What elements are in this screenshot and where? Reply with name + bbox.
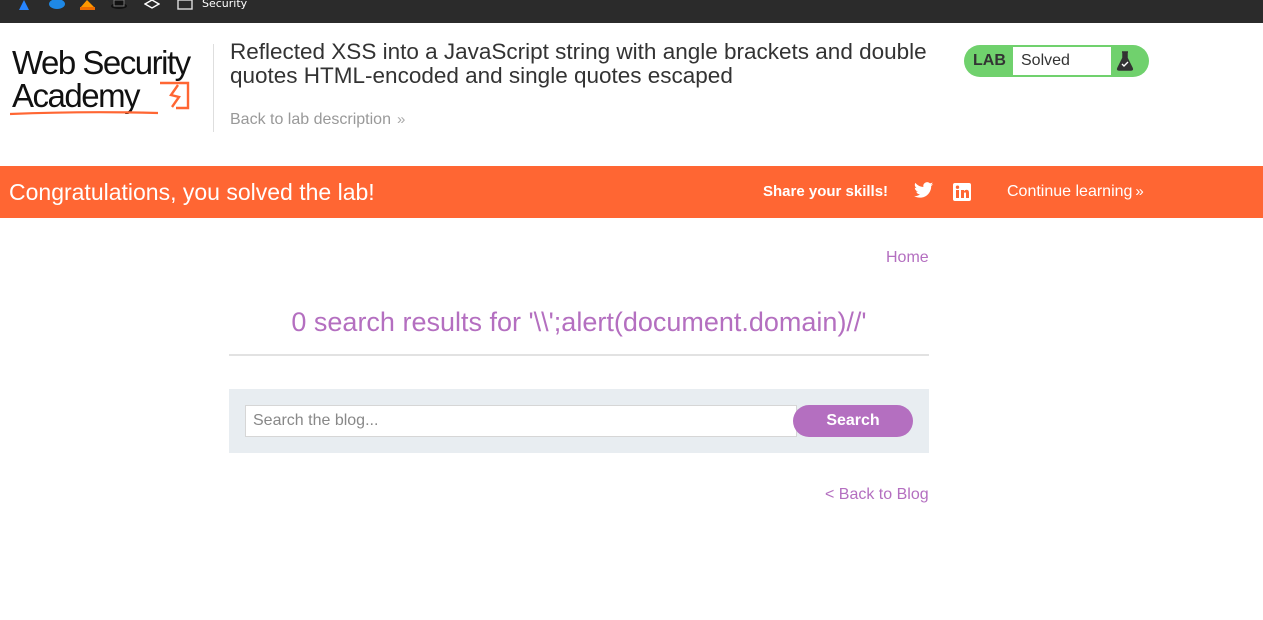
double-chevron-right-icon: » [1135, 183, 1144, 200]
home-link[interactable]: Home [886, 249, 929, 267]
logo-bolt-icon [160, 81, 190, 110]
solved-banner: Congratulations, you solved the lab! Sha… [0, 166, 1263, 218]
back-to-lab-description-link[interactable]: Back to lab description » [230, 111, 405, 129]
bookmarks-bar: Security [0, 0, 1263, 23]
search-panel: Search [229, 389, 929, 453]
lab-status-widget: LAB Solved [964, 45, 1149, 77]
bookmark-folder-security[interactable]: Security [202, 0, 247, 10]
share-skills-label: Share your skills! [763, 183, 889, 200]
hat-icon[interactable] [110, 0, 128, 10]
continue-learning-label: Continue learning [1007, 183, 1133, 200]
header-divider [213, 44, 214, 132]
search-input[interactable] [245, 405, 797, 437]
bookmark-orange-icon[interactable] [79, 0, 96, 10]
cloud-icon[interactable] [48, 0, 65, 10]
logo-underline-swoosh [10, 111, 159, 116]
search-button[interactable]: Search [793, 405, 913, 437]
congratulations-message: Congratulations, you solved the lab! [9, 179, 375, 205]
heading-divider [229, 354, 929, 356]
atlassian-icon[interactable] [17, 0, 31, 10]
layers-icon[interactable] [144, 0, 160, 10]
lab-badge: LAB [973, 52, 1006, 69]
linkedin-icon[interactable] [953, 183, 971, 201]
folder-icon[interactable] [177, 0, 193, 10]
continue-learning-link[interactable]: Continue learning» [1007, 183, 1144, 201]
back-to-lab-description-label: Back to lab description [230, 111, 391, 128]
lab-status-text: Solved [1021, 52, 1070, 69]
back-to-blog-link[interactable]: < Back to Blog [825, 486, 929, 504]
web-security-academy-logo[interactable]: Web Security Academy [10, 44, 210, 120]
flask-icon [1116, 51, 1134, 71]
twitter-icon[interactable] [914, 182, 934, 199]
lab-status-box: Solved [1013, 47, 1111, 75]
lab-title: Reflected XSS into a JavaScript string w… [230, 39, 927, 88]
double-chevron-right-icon: » [396, 111, 406, 128]
search-results-heading: 0 search results for '\\';alert(document… [291, 307, 867, 337]
